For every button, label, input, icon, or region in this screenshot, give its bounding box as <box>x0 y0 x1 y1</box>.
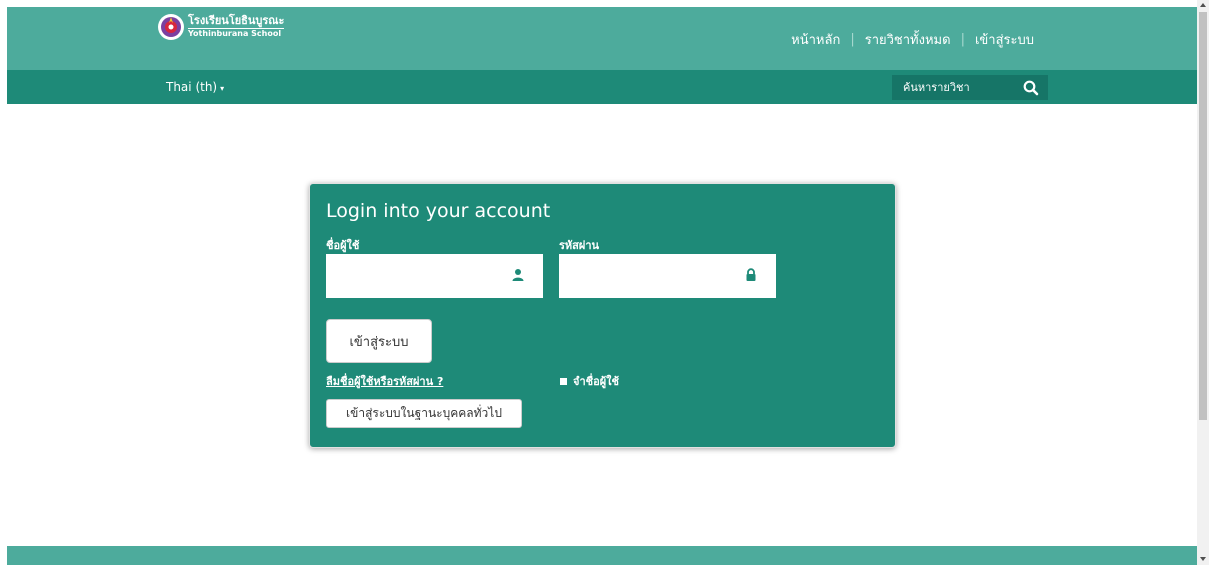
footer-bar <box>7 546 1197 565</box>
chevron-down-icon: ▾ <box>220 84 225 93</box>
login-card: Login into your account ชื่อผู้ใช้ รหัสผ… <box>309 183 896 448</box>
logo-text: โรงเรียนโยธินบูรณะ Yothinburana School <box>188 14 285 39</box>
scrollbar-thumb[interactable] <box>1199 12 1207 420</box>
course-search <box>892 75 1048 100</box>
guest-login-button[interactable]: เข้าสู่ระบบในฐานะบุคคลทั่วไป <box>326 399 522 428</box>
language-selector[interactable]: Thai (th) ▾ <box>166 80 224 94</box>
window-top-edge <box>0 0 1209 7</box>
course-search-input[interactable] <box>892 75 1012 100</box>
remember-label: จำชื่อผู้ใช้ <box>573 375 619 388</box>
nav-home-link[interactable]: หน้าหลัก <box>791 29 840 50</box>
username-input[interactable] <box>326 254 518 298</box>
search-icon[interactable] <box>1022 79 1040 97</box>
logo-english-name: Yothinburana School <box>188 29 282 39</box>
username-field-wrapper <box>326 254 543 298</box>
nav-login-link[interactable]: เข้าสู่ระบบ <box>975 29 1034 50</box>
top-navigation: หน้าหลัก | รายวิชาทั้งหมด | เข้าสู่ระบบ <box>791 29 1034 50</box>
forgot-password-link[interactable]: ลืมชื่อผู้ใช้หรือรหัสผ่าน ? <box>326 372 443 390</box>
language-label: Thai (th) <box>166 80 218 94</box>
password-label: รหัสผ่าน <box>559 239 600 252</box>
window-left-edge <box>0 0 7 565</box>
remember-username[interactable]: จำชื่อผู้ใช้ <box>560 372 619 390</box>
login-title: Login into your account <box>326 200 551 222</box>
nav-separator: | <box>960 32 965 47</box>
page-scrollbar[interactable] <box>1197 0 1209 565</box>
top-header: โรงเรียนโยธินบูรณะ Yothinburana School ห… <box>7 7 1197 70</box>
password-field-wrapper <box>559 254 776 298</box>
remember-checkbox[interactable] <box>560 377 567 385</box>
lock-icon <box>746 268 756 281</box>
nav-all-courses-link[interactable]: รายวิชาทั้งหมด <box>865 29 951 50</box>
sub-header: Thai (th) ▾ <box>7 70 1197 104</box>
scroll-down-arrow-icon[interactable] <box>1200 557 1206 561</box>
scroll-up-arrow-icon[interactable] <box>1200 3 1206 7</box>
nav-separator: | <box>850 32 855 47</box>
site-logo[interactable]: โรงเรียนโยธินบูรณะ Yothinburana School <box>157 13 285 41</box>
logo-thai-name: โรงเรียนโยธินบูรณะ <box>188 14 285 30</box>
password-input[interactable] <box>559 254 751 298</box>
login-button[interactable]: เข้าสู่ระบบ <box>326 319 432 363</box>
username-label: ชื่อผู้ใช้ <box>326 239 360 252</box>
school-crest-icon <box>158 14 184 40</box>
user-icon <box>512 269 524 281</box>
